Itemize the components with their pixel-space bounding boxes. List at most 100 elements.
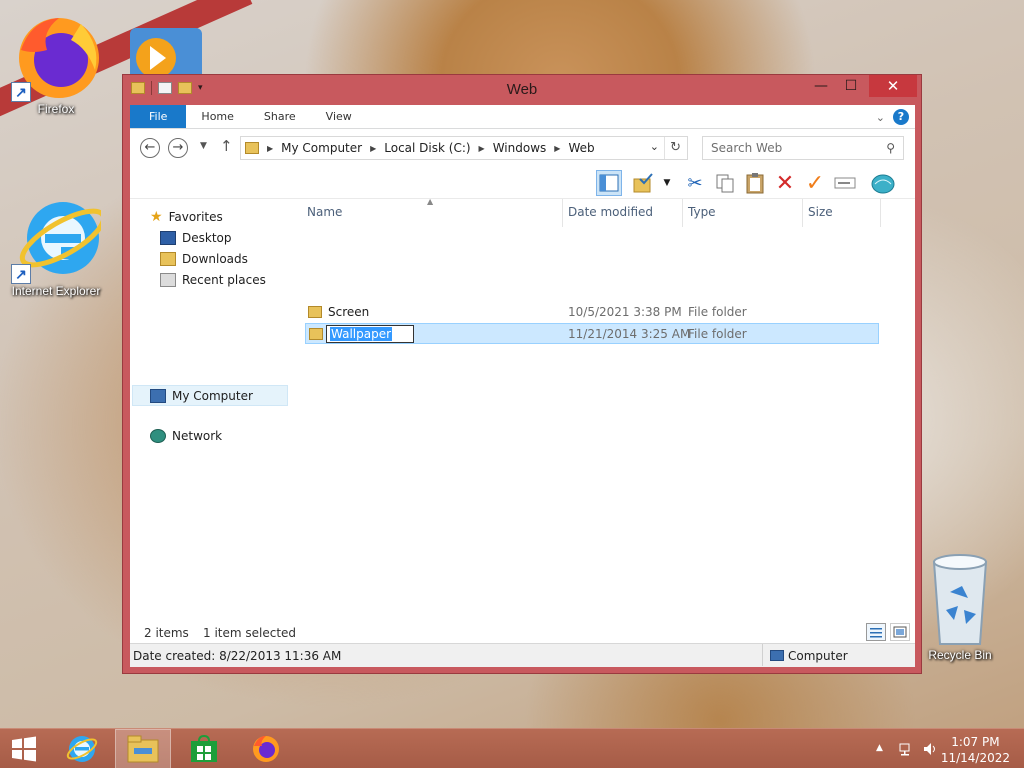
title-bar[interactable]: ▾ Web — ☐ ✕ (123, 75, 921, 105)
desktop-icon-firefox[interactable]: ↗ Firefox (8, 10, 104, 116)
help-icon[interactable]: ? (893, 109, 909, 125)
table-row[interactable]: Screen 10/5/2021 3:38 PM File folder (305, 302, 879, 323)
date-created: Date created: 8/22/2013 11:36 AM (133, 649, 342, 663)
column-size[interactable]: Size (808, 205, 833, 219)
recycle-bin-icon (920, 552, 1000, 648)
breadcrumb-my-computer[interactable]: My Computer (281, 141, 362, 155)
window-title: Web (506, 81, 538, 98)
properties-button[interactable]: ✓ (802, 170, 828, 196)
shortcut-arrow-icon: ↗ (11, 82, 31, 102)
start-button[interactable] (0, 729, 48, 768)
address-bar[interactable]: ▶ My Computer ▶ Local Disk (C:) ▶ Window… (240, 136, 688, 160)
computer-icon (150, 388, 166, 403)
command-toolbar: ▼ ✂ ✕ ✓ (130, 167, 915, 199)
details-view-icon (870, 628, 882, 638)
ribbon-tabs: File Home Share View ⌄ ? (130, 105, 915, 129)
taskbar-file-explorer[interactable] (115, 729, 171, 768)
status-row: 2 items 1 item selected (130, 623, 915, 643)
copy-icon (716, 174, 734, 193)
column-date-modified[interactable]: Date modified (568, 205, 653, 219)
forward-button[interactable]: → (168, 138, 188, 158)
clock[interactable]: 1:07 PM 11/14/2022 (941, 734, 1010, 766)
desktop-icon-internet-explorer[interactable]: ↗ Internet Explorer (8, 192, 107, 298)
taskbar-firefox[interactable] (238, 729, 294, 768)
folder-options-dropdown-icon[interactable]: ▼ (660, 170, 674, 196)
column-type[interactable]: Type (688, 205, 716, 219)
address-dropdown-icon[interactable]: ⌄ (650, 140, 659, 153)
nav-favorites[interactable]: ★ Favorites (150, 209, 223, 225)
network-icon (150, 429, 166, 443)
nav-desktop[interactable]: Desktop (160, 231, 232, 245)
nav-downloads[interactable]: Downloads (160, 252, 248, 266)
folder-icon (245, 142, 259, 154)
folder-icon (308, 306, 322, 318)
delete-x-icon: ✕ (775, 170, 795, 196)
network-tray-icon[interactable] (898, 741, 914, 760)
back-button[interactable]: ← (140, 138, 160, 158)
volume-icon[interactable] (922, 741, 938, 760)
file-date: 10/5/2021 3:38 PM (568, 305, 682, 319)
navigation-pane: ★ Favorites Desktop Downloads Recent pla… (130, 199, 290, 643)
details-view-button[interactable] (866, 623, 886, 641)
nav-recent-places[interactable]: Recent places (160, 273, 266, 287)
file-list: ▲ Name Date modified Type Size Screen 10… (300, 197, 915, 643)
clipboard-icon (746, 173, 764, 194)
nav-my-computer[interactable]: My Computer (132, 385, 288, 406)
media-player-icon[interactable] (130, 28, 202, 78)
recent-locations-dropdown-icon[interactable]: ▼ (200, 141, 207, 151)
breadcrumb-web[interactable]: Web (568, 141, 594, 155)
folder-check-icon (633, 173, 653, 193)
firefox-icon: ↗ (11, 10, 101, 102)
search-icon[interactable]: ⚲ (886, 137, 895, 159)
explorer-window[interactable]: ▾ Web — ☐ ✕ File Home Share View ⌄ ? ← →… (122, 74, 922, 674)
breadcrumb-local-disk[interactable]: Local Disk (C:) (384, 141, 470, 155)
search-input[interactable] (711, 141, 876, 155)
details-bar: Date created: 8/22/2013 11:36 AM Compute… (130, 643, 915, 667)
windows-logo-icon (12, 736, 36, 762)
up-button[interactable]: ↑ (220, 137, 233, 155)
nav-network[interactable]: Network (150, 429, 222, 443)
large-icons-view-button[interactable] (890, 623, 910, 641)
tab-share[interactable]: Share (249, 105, 311, 128)
maximize-button[interactable]: ☐ (837, 75, 865, 97)
taskbar-internet-explorer[interactable] (54, 729, 110, 768)
rename-button[interactable] (832, 170, 858, 196)
delete-button[interactable]: ✕ (772, 170, 798, 196)
preview-pane-button[interactable] (596, 170, 622, 196)
desktop-icon-recycle-bin[interactable]: Recycle Bin (912, 552, 1008, 662)
file-date: 11/21/2014 3:25 AM (568, 327, 691, 341)
column-name[interactable]: Name (307, 205, 342, 219)
breadcrumb-windows[interactable]: Windows (493, 141, 547, 155)
table-row-selected[interactable]: Wallpaper 11/21/2014 3:25 AM File folder (305, 323, 879, 344)
cut-button[interactable]: ✂ (682, 170, 708, 196)
paste-button[interactable] (742, 170, 768, 196)
shell-icon (871, 174, 895, 194)
search-box[interactable]: ⚲ (702, 136, 904, 160)
taskbar: ▲ 1:07 PM 11/14/2022 (0, 728, 1024, 768)
copy-button[interactable] (712, 170, 738, 196)
tab-view[interactable]: View (311, 105, 367, 128)
firefox-icon (253, 736, 279, 762)
tab-file[interactable]: File (130, 105, 187, 128)
file-type: File folder (688, 305, 747, 319)
refresh-icon[interactable]: ↻ (670, 140, 681, 155)
internet-explorer-icon (66, 736, 98, 762)
tab-home[interactable]: Home (186, 105, 248, 128)
desktop-icon-label: Recycle Bin (928, 648, 992, 662)
computer-icon (770, 650, 784, 661)
clock-date: 11/14/2022 (940, 751, 1010, 765)
star-icon: ★ (150, 209, 163, 225)
expand-ribbon-icon[interactable]: ⌄ (876, 111, 885, 124)
desktop-icon-label: Internet Explorer (11, 284, 101, 298)
shell-button[interactable] (870, 170, 896, 196)
taskbar-store[interactable] (176, 729, 232, 768)
internet-explorer-icon: ↗ (11, 192, 107, 284)
rename-icon (834, 177, 856, 189)
show-hidden-icons[interactable]: ▲ (876, 743, 883, 753)
rename-input[interactable]: Wallpaper (326, 325, 414, 343)
folder-options-button[interactable] (630, 170, 656, 196)
close-button[interactable]: ✕ (869, 75, 917, 97)
minimize-button[interactable]: — (807, 75, 835, 97)
file-name: Screen (328, 305, 370, 319)
store-icon (191, 734, 217, 762)
